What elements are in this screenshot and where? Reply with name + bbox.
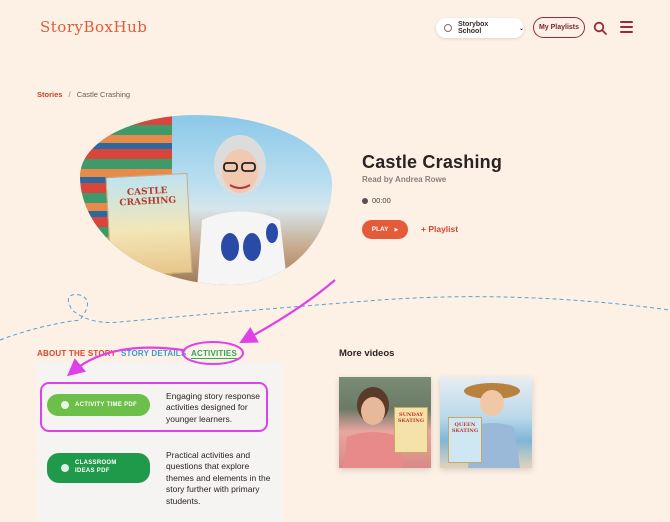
queen-skating-book-cover: QUEEN SKATING [448, 417, 482, 463]
clock-icon [362, 197, 368, 204]
add-to-playlist-button[interactable]: + Playlist [421, 224, 458, 234]
classroom-ideas-pdf-button[interactable]: CLASSROOM IDEAS PDF [47, 453, 150, 483]
story-hero-image: CASTLE CRASHING [80, 115, 332, 285]
smile-icon [444, 24, 452, 32]
more-video-thumbnail[interactable]: QUEEN SKATING [440, 377, 532, 468]
activity-time-description: Engaging story response activities desig… [166, 391, 261, 424]
play-label: PLAY [371, 226, 389, 233]
book-cover-title: CASTLE CRASHING [119, 185, 177, 209]
dashed-wave-divider [0, 294, 670, 341]
play-button[interactable]: PLAY ▶ [362, 220, 408, 239]
breadcrumb-current: Castle Crashing [76, 90, 131, 99]
storyboxhub-logo[interactable]: StoryBoxHub [40, 18, 147, 36]
sunday-skating-book-cover: SUNDAY SKATING [394, 407, 428, 453]
download-icon [61, 401, 69, 409]
narrator-photo [197, 135, 288, 285]
more-video-thumbnail[interactable]: SUNDAY SKATING [339, 377, 431, 468]
activities-panel: ACTIVITY TIME PDF Engaging story respons… [37, 362, 282, 522]
hamburger-menu-icon[interactable] [620, 21, 633, 33]
castle-crashing-book-cover: CASTLE CRASHING [105, 172, 193, 278]
more-videos-heading: More videos [339, 348, 395, 359]
classroom-ideas-description: Practical activities and questions that … [166, 450, 271, 506]
activity-time-pdf-label: ACTIVITY TIME PDF [75, 402, 137, 408]
narrator-credit: Read by Andrea Rowe [362, 175, 447, 184]
download-icon [61, 464, 69, 472]
tab-story-details[interactable]: STORY DETAILS [121, 349, 186, 358]
breadcrumb: Stories / Castle Crashing [37, 90, 130, 99]
my-playlists-button[interactable]: My Playlists [533, 17, 585, 38]
activity-time-pdf-button[interactable]: ACTIVITY TIME PDF [47, 394, 150, 416]
story-title: Castle Crashing [362, 152, 503, 172]
chevron-down-icon: ⌄ [518, 25, 524, 32]
school-selector-label: Storybox School [457, 21, 489, 35]
tab-about-the-story[interactable]: ABOUT THE STORY [37, 349, 116, 358]
play-arrow-icon: ▶ [394, 226, 399, 233]
story-duration: 00:00 [362, 196, 391, 205]
duration-value: 00:00 [372, 196, 391, 205]
breadcrumb-stories-link[interactable]: Stories [37, 90, 62, 99]
breadcrumb-separator: / [68, 90, 71, 99]
classroom-ideas-pdf-label: CLASSROOM IDEAS PDF [75, 460, 117, 474]
search-icon[interactable] [593, 21, 607, 35]
school-selector[interactable]: Storybox School ⌄ [436, 18, 524, 38]
tab-activities[interactable]: ACTIVITIES [191, 349, 237, 358]
